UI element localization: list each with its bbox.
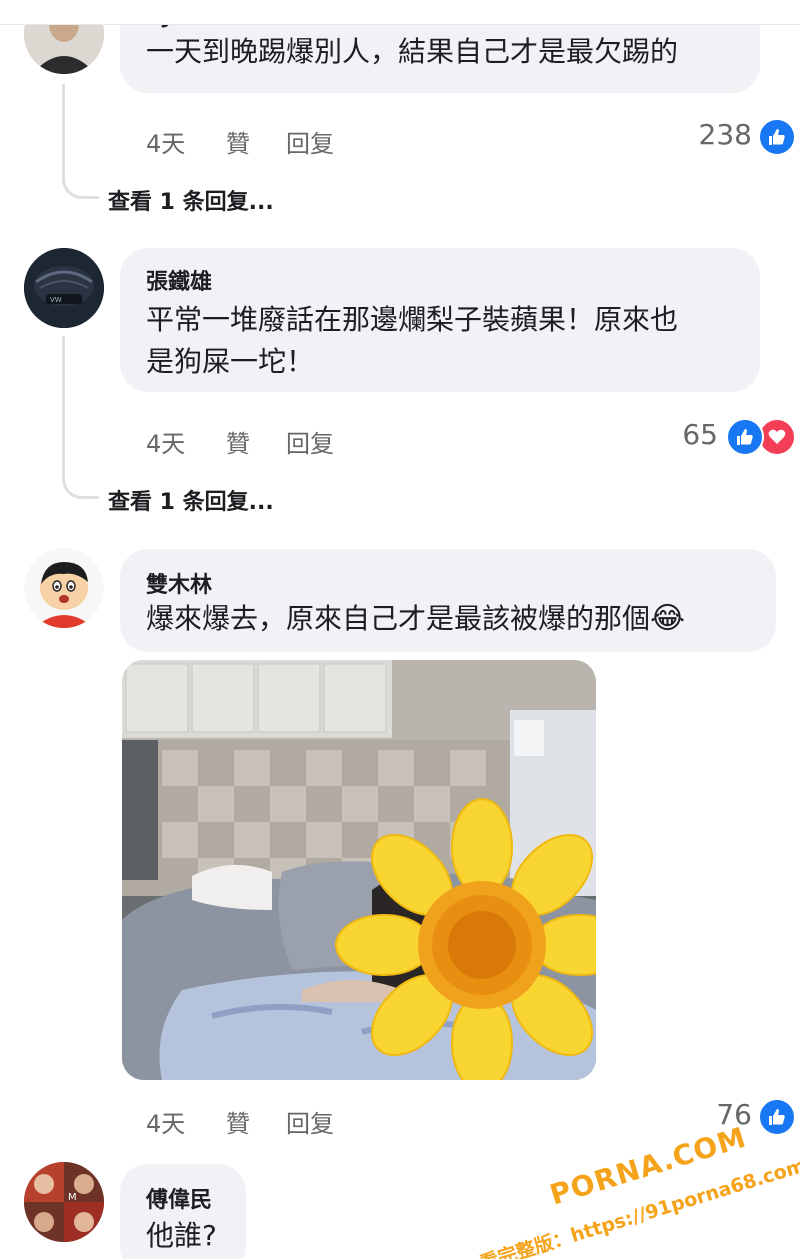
reaction-count: 65 xyxy=(682,418,718,451)
comment-author[interactable]: 傅偉民 xyxy=(146,1182,212,1214)
comment-timestamp[interactable]: 4天 xyxy=(146,1104,185,1139)
comment-author[interactable]: 張鐵雄 xyxy=(146,264,212,296)
reply-button[interactable]: 回复 xyxy=(286,124,334,159)
reply-button[interactable]: 回复 xyxy=(286,424,334,459)
comment-text-line-1: 平常一堆廢話在那邊爛梨子裝蘋果！原來也 xyxy=(146,303,679,336)
view-replies-link[interactable]: 查看 1 条回复... xyxy=(108,484,274,516)
comment-timestamp[interactable]: 4天 xyxy=(146,424,185,459)
avatar-image: VW xyxy=(24,248,104,328)
like-icon xyxy=(726,418,764,456)
comment-text: 他誰? xyxy=(146,1219,217,1252)
comment-timestamp[interactable]: 4天 xyxy=(146,124,185,159)
like-icon xyxy=(758,118,796,156)
svg-text:M: M xyxy=(68,1192,77,1203)
avatar-zhang-tiexiong[interactable]: VW xyxy=(24,248,104,328)
like-icon xyxy=(758,1098,796,1136)
svg-text:VW: VW xyxy=(50,296,62,304)
avatar-shuang-mulin[interactable] xyxy=(24,548,104,628)
comment-bubble[interactable]: 張鐵雄 平常一堆廢話在那邊爛梨子裝蘋果！原來也 是狗屎一坨！ xyxy=(120,248,760,392)
thread-line xyxy=(62,336,65,476)
comment-text-body: 爆來爆去，原來自己才是最該被爆的那個 xyxy=(146,602,651,635)
comment-text-line-2: 是狗屎一坨！ xyxy=(146,345,315,378)
thread-connector xyxy=(62,470,99,499)
comment-bubble[interactable]: 傅偉民 他誰? xyxy=(120,1164,246,1259)
reaction-summary[interactable]: 238 xyxy=(600,116,800,156)
like-button[interactable]: 贊 xyxy=(226,1104,250,1139)
avatar-image: M xyxy=(24,1162,104,1242)
like-button[interactable]: 贊 xyxy=(226,124,250,159)
avatar-fu-weimin[interactable]: M xyxy=(24,1162,104,1242)
attached-photo[interactable] xyxy=(122,660,596,1080)
laughing-emoji: 😂 xyxy=(650,601,686,636)
comment-author[interactable]: 雙木林 xyxy=(146,567,212,599)
comment-thread: RJ Chen 一天到晚踢爆別人，結果自己才是最欠踢的 4天 贊 回复 238 … xyxy=(0,0,800,1259)
photo-scene xyxy=(122,660,596,1080)
comment-bubble[interactable]: 雙木林 爆來爆去，原來自己才是最該被爆的那個😂 xyxy=(120,549,776,652)
reaction-summary[interactable]: 65 xyxy=(600,416,800,456)
view-replies-link[interactable]: 查看 1 条回复... xyxy=(108,184,274,216)
reaction-summary[interactable]: 76 xyxy=(600,1096,800,1136)
comment-text: 爆來爆去，原來自己才是最該被爆的那個😂 xyxy=(146,597,685,641)
thread-connector xyxy=(62,170,99,199)
avatar-image xyxy=(24,548,104,628)
reply-button[interactable]: 回复 xyxy=(286,1104,334,1139)
top-bar xyxy=(0,0,800,25)
thread-line xyxy=(62,84,65,176)
like-button[interactable]: 贊 xyxy=(226,424,250,459)
reaction-count: 238 xyxy=(698,118,752,151)
comment-text: 一天到晚踢爆別人，結果自己才是最欠踢的 xyxy=(146,35,679,68)
